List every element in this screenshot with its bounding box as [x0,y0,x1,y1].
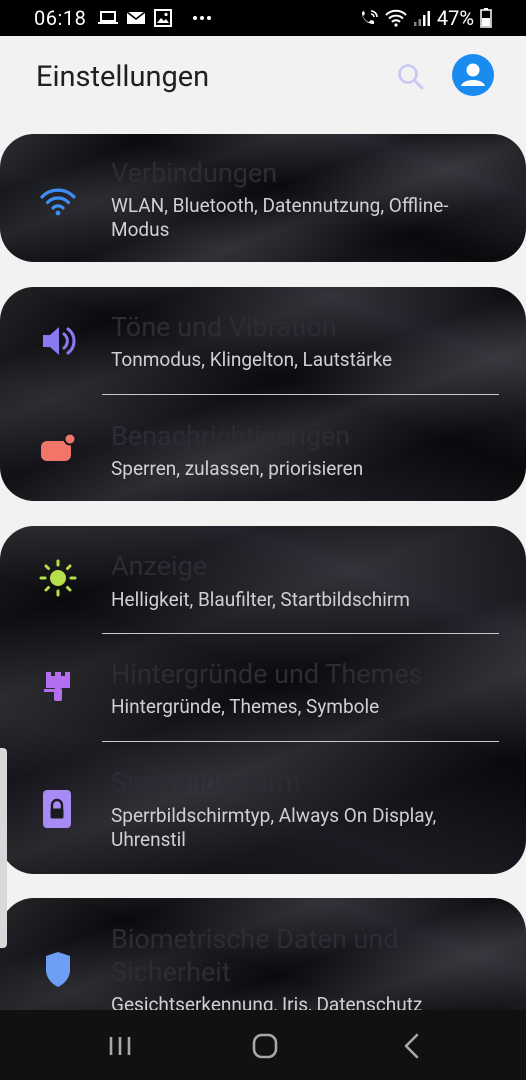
edge-panel-handle[interactable] [0,748,7,948]
home-icon [252,1033,278,1059]
account-button[interactable] [452,54,494,96]
recent-apps-icon [109,1037,131,1055]
page-title: Einstellungen [36,60,210,94]
more-icon [192,15,212,21]
settings-item-title: Benachrichtigungen [111,420,351,452]
clock: 06:18 [34,6,87,30]
wifi-calling-icon [359,9,379,27]
lock-icon [38,789,78,829]
signal-icon [413,9,431,27]
settings-item-title: Verbindungen [111,157,278,189]
settings-item-title: Hintergründe und Themes [111,658,423,690]
search-icon [398,64,424,90]
settings-item-title: Töne und Vibration [111,311,337,343]
volume-icon [38,321,78,361]
notification-icon [38,429,78,469]
navigation-bar [0,1010,526,1080]
settings-item-title: Biometrische Daten und Sicherheit [111,923,399,988]
settings-card-connections: Verbindungen WLAN, Bluetooth, Datennutzu… [0,134,526,262]
wifi-icon [38,180,78,220]
settings-card-sound-notifications: Töne und Vibration Tonmodus, Klingelton,… [0,287,526,501]
app-header: Einstellungen [0,36,526,132]
settings-item-wallpapers-themes[interactable]: Hintergründe und Themes Hintergründe, Th… [0,634,526,741]
settings-item-sounds[interactable]: Töne und Vibration Tonmodus, Klingelton,… [0,287,526,394]
mail-icon [126,10,146,26]
settings-item-subtitle: Sperren, zulassen, priorisieren [111,457,364,480]
laptop-icon [98,10,119,26]
battery-percent: 47% [436,6,474,30]
settings-item-connections[interactable]: Verbindungen WLAN, Bluetooth, Datennutzu… [0,134,526,262]
status-bar: 06:18 47% [0,0,526,36]
settings-item-subtitle: Sperrbildschirmtyp, Always On Display, U… [111,804,437,851]
gallery-icon [154,9,173,27]
search-button[interactable] [396,62,426,92]
settings-item-subtitle: Tonmodus, Klingelton, Lautstärke [111,348,393,371]
settings-item-subtitle: Helligkeit, Blaufilter, Startbildschirm [111,588,410,611]
settings-item-display[interactable]: Anzeige Helligkeit, Blaufilter, Startbil… [0,526,526,633]
account-icon [461,63,485,86]
settings-card-display: Anzeige Helligkeit, Blaufilter, Startbil… [0,526,526,874]
brightness-icon [38,558,78,598]
home-button[interactable] [249,1030,281,1062]
settings-item-notifications[interactable]: Benachrichtigungen Sperren, zulassen, pr… [0,395,526,501]
wifi-icon [385,9,407,27]
settings-item-title: Sperrbildschirm [111,766,301,798]
back-button[interactable] [396,1030,428,1062]
settings-item-subtitle: Hintergründe, Themes, Symbole [111,695,380,718]
paintbrush-icon [38,668,78,708]
shield-icon [38,950,78,990]
battery-icon [480,8,492,28]
settings-item-title: Anzeige [111,550,208,582]
back-icon [404,1033,419,1059]
recent-apps-button[interactable] [104,1030,136,1062]
settings-item-lockscreen[interactable]: Sperrbildschirm Sperrbildschirmtyp, Alwa… [0,742,526,874]
settings-item-subtitle: WLAN, Bluetooth, Datennutzung, Offline-M… [111,194,449,241]
